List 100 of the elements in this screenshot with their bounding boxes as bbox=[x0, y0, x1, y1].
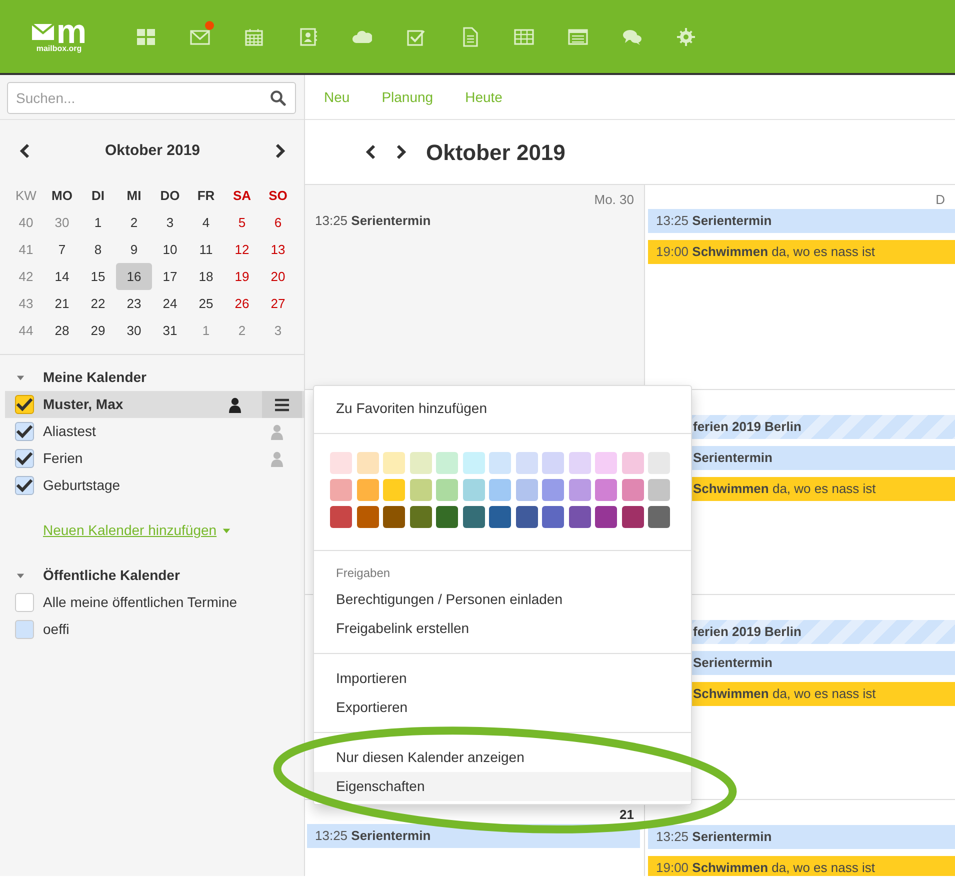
color-swatch[interactable] bbox=[595, 452, 617, 474]
day-cell[interactable]: 21 bbox=[44, 290, 80, 317]
day-cell[interactable]: 25 bbox=[188, 290, 224, 317]
day-cell[interactable]: 18 bbox=[188, 263, 224, 290]
color-swatch[interactable] bbox=[410, 479, 432, 501]
color-swatch[interactable] bbox=[356, 479, 378, 501]
day-cell[interactable]: 2 bbox=[116, 209, 152, 236]
color-swatch[interactable] bbox=[516, 479, 538, 501]
calendar-name[interactable]: Aliastest bbox=[43, 421, 270, 442]
color-swatch[interactable] bbox=[462, 506, 484, 528]
day-cell[interactable]: 9 bbox=[116, 236, 152, 263]
previous-month-icon[interactable] bbox=[18, 143, 32, 159]
day-cell[interactable]: 27 bbox=[260, 290, 296, 317]
calendar-name[interactable]: Alle meine öffentlichen Termine bbox=[43, 592, 304, 613]
calendar-event[interactable]: 13:25 Serientermin bbox=[307, 209, 640, 233]
calendar-event[interactable]: 13:25 Serientermin bbox=[648, 209, 955, 233]
search-field[interactable]: Suchen... bbox=[7, 82, 296, 114]
search-icon[interactable] bbox=[270, 90, 286, 106]
color-swatch[interactable] bbox=[436, 452, 458, 474]
day-cell[interactable]: 8 bbox=[80, 236, 116, 263]
color-swatch[interactable] bbox=[330, 479, 352, 501]
settings-icon[interactable] bbox=[676, 26, 696, 46]
day-cell[interactable]: 19 bbox=[224, 263, 260, 290]
color-swatch[interactable] bbox=[330, 506, 352, 528]
color-swatch[interactable] bbox=[542, 479, 564, 501]
color-swatch[interactable] bbox=[436, 479, 458, 501]
checkbox[interactable] bbox=[15, 620, 34, 639]
menu-item[interactable]: Berechtigungen / Personen einladen bbox=[314, 585, 691, 614]
color-swatch[interactable] bbox=[648, 479, 670, 501]
menu-button[interactable] bbox=[262, 391, 302, 418]
apps-grid-icon[interactable] bbox=[136, 26, 156, 46]
checkbox[interactable] bbox=[15, 449, 34, 468]
color-swatch[interactable] bbox=[383, 452, 405, 474]
day-cell[interactable]: 29 bbox=[80, 317, 116, 344]
checkbox[interactable] bbox=[15, 395, 34, 414]
color-swatch[interactable] bbox=[462, 452, 484, 474]
day-cell[interactable]: 14 bbox=[44, 263, 80, 290]
color-swatch[interactable] bbox=[489, 452, 511, 474]
color-swatch[interactable] bbox=[595, 479, 617, 501]
caret-icon[interactable] bbox=[16, 571, 25, 580]
day-cell[interactable]: 24 bbox=[152, 290, 188, 317]
day-cell[interactable]: 12 bbox=[224, 236, 260, 263]
day-cell[interactable]: 28 bbox=[44, 317, 80, 344]
menu-item[interactable]: Nur diesen Kalender anzeigen bbox=[314, 743, 691, 772]
menu-icon[interactable] bbox=[274, 398, 290, 412]
checkbox[interactable] bbox=[15, 593, 34, 612]
color-swatch[interactable] bbox=[330, 452, 352, 474]
color-swatch[interactable] bbox=[622, 479, 644, 501]
color-swatch[interactable] bbox=[410, 452, 432, 474]
day-cell[interactable]: 11 bbox=[188, 236, 224, 263]
color-swatch[interactable] bbox=[410, 506, 432, 528]
color-swatch[interactable] bbox=[568, 479, 590, 501]
address-book-icon[interactable] bbox=[298, 26, 318, 46]
document-icon[interactable] bbox=[460, 26, 480, 46]
day-cell[interactable]: 7 bbox=[44, 236, 80, 263]
calendar-icon[interactable] bbox=[244, 26, 264, 46]
menu-item[interactable]: Eigenschaften bbox=[314, 772, 691, 801]
color-swatch[interactable] bbox=[542, 506, 564, 528]
caret-icon[interactable] bbox=[222, 526, 231, 535]
calendar-event[interactable]: 13:25 Serientermin bbox=[648, 825, 955, 849]
color-swatch[interactable] bbox=[436, 506, 458, 528]
day-cell[interactable]: 23 bbox=[116, 290, 152, 317]
calendar-name[interactable]: Geburtstage bbox=[43, 475, 304, 496]
day-cell[interactable]: 13 bbox=[260, 236, 296, 263]
color-swatch[interactable] bbox=[622, 506, 644, 528]
day-cell[interactable]: 20 bbox=[260, 263, 296, 290]
checkbox[interactable] bbox=[15, 422, 34, 441]
calendar-name[interactable]: oeffi bbox=[43, 619, 304, 640]
previous-icon[interactable] bbox=[364, 144, 378, 160]
table-icon[interactable] bbox=[514, 26, 534, 46]
color-swatch[interactable] bbox=[568, 452, 590, 474]
day-cell[interactable]: 10 bbox=[152, 236, 188, 263]
day-cell[interactable]: 17 bbox=[152, 263, 188, 290]
day-cell[interactable]: 5 bbox=[224, 209, 260, 236]
color-swatch[interactable] bbox=[516, 452, 538, 474]
color-swatch[interactable] bbox=[648, 506, 670, 528]
day-cell[interactable]: 1 bbox=[80, 209, 116, 236]
day-cell[interactable]: Mo. 30 13:25 Serientermin bbox=[305, 185, 645, 389]
day-cell[interactable]: 22 bbox=[80, 290, 116, 317]
day-cell[interactable]: 3 bbox=[152, 209, 188, 236]
list-icon[interactable] bbox=[568, 26, 588, 46]
color-swatch[interactable] bbox=[489, 506, 511, 528]
color-swatch[interactable] bbox=[356, 452, 378, 474]
color-swatch[interactable] bbox=[462, 479, 484, 501]
color-swatch[interactable] bbox=[356, 506, 378, 528]
color-swatch[interactable] bbox=[622, 452, 644, 474]
day-cell[interactable]: 15 bbox=[80, 263, 116, 290]
color-swatch[interactable] bbox=[383, 506, 405, 528]
caret-icon[interactable] bbox=[16, 373, 25, 382]
color-swatch[interactable] bbox=[516, 506, 538, 528]
calendar-name[interactable]: Ferien bbox=[43, 448, 270, 469]
day-cell[interactable]: 26 bbox=[224, 290, 260, 317]
color-swatch[interactable] bbox=[568, 506, 590, 528]
next-icon[interactable] bbox=[394, 144, 408, 160]
color-swatch[interactable] bbox=[383, 479, 405, 501]
color-swatch[interactable] bbox=[595, 506, 617, 528]
day-cell[interactable]: 31 bbox=[152, 317, 188, 344]
calendar-event[interactable]: 19:00 Schwimmen da, wo es nass ist bbox=[648, 240, 955, 264]
calendar-event[interactable]: 19:00 Schwimmen da, wo es nass ist bbox=[648, 856, 955, 876]
checkbox[interactable] bbox=[15, 476, 34, 495]
